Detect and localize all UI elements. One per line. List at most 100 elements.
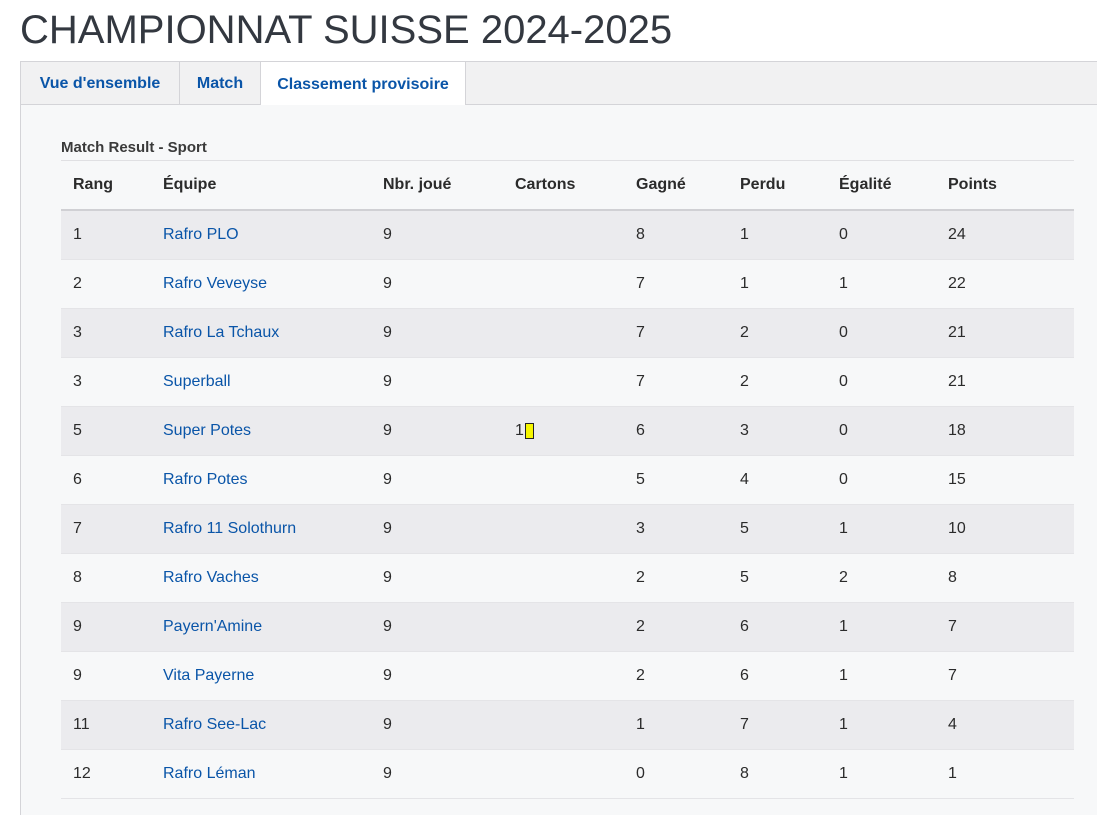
won-cell: 3: [624, 504, 728, 554]
team-link[interactable]: Rafro Potes: [163, 471, 247, 488]
tab-overview[interactable]: Vue d'ensemble: [20, 61, 179, 106]
won-cell: 0: [624, 749, 728, 799]
draw-cell: 1: [827, 749, 936, 799]
column-header-cards: Cartons: [503, 161, 624, 211]
card-count-value: 1: [515, 422, 524, 439]
points-cell: 10: [936, 504, 1074, 554]
points-cell: 4: [936, 700, 1074, 750]
column-header-lost: Perdu: [728, 161, 827, 211]
team-link[interactable]: Rafro Vaches: [163, 569, 259, 586]
played-cell: 9: [371, 357, 503, 407]
team-cell: Vita Payerne: [151, 651, 371, 701]
draw-cell: 0: [827, 210, 936, 260]
cards-cell: [503, 700, 624, 750]
played-cell: 9: [371, 504, 503, 554]
points-cell: 21: [936, 308, 1074, 358]
table-row: 1 Rafro PLO 9 8 1 0 24: [61, 210, 1074, 260]
draw-cell: 1: [827, 602, 936, 652]
cards-cell: [503, 504, 624, 554]
cards-cell: [503, 210, 624, 260]
page-title: CHAMPIONNAT SUISSE 2024-2025: [20, 8, 673, 52]
draw-cell: 0: [827, 308, 936, 358]
team-link[interactable]: Rafro La Tchaux: [163, 324, 279, 341]
lost-cell: 1: [728, 259, 827, 309]
rank-cell: 8: [61, 553, 151, 603]
draw-cell: 1: [827, 651, 936, 701]
cards-cell: [503, 259, 624, 309]
team-link[interactable]: Rafro PLO: [163, 226, 239, 243]
played-cell: 9: [371, 700, 503, 750]
column-header-rank: Rang: [61, 161, 151, 211]
table-row: 12 Rafro Léman 9 0 8 1 1: [61, 749, 1074, 799]
cards-cell: [503, 749, 624, 799]
team-link[interactable]: Vita Payerne: [163, 667, 254, 684]
won-cell: 7: [624, 259, 728, 309]
draw-cell: 0: [827, 357, 936, 407]
cards-cell: [503, 553, 624, 603]
points-cell: 24: [936, 210, 1074, 260]
table-row: 2 Rafro Veveyse 9 7 1 1 22: [61, 259, 1074, 309]
table-row: 9 Payern'Amine 9 2 6 1 7: [61, 602, 1074, 652]
points-cell: 7: [936, 651, 1074, 701]
table-row: 11 Rafro See-Lac 9 1 7 1 4: [61, 700, 1074, 750]
played-cell: 9: [371, 406, 503, 456]
draw-cell: 2: [827, 553, 936, 603]
table-row: 3 Rafro La Tchaux 9 7 2 0 21: [61, 308, 1074, 358]
lost-cell: 6: [728, 602, 827, 652]
lost-cell: 5: [728, 553, 827, 603]
points-cell: 15: [936, 455, 1074, 505]
table-row: 7 Rafro 11 Solothurn 9 3 5 1 10: [61, 504, 1074, 554]
lost-cell: 6: [728, 651, 827, 701]
played-cell: 9: [371, 259, 503, 309]
team-cell: Rafro Vaches: [151, 553, 371, 603]
played-cell: 9: [371, 602, 503, 652]
column-header-won: Gagné: [624, 161, 728, 211]
tab-match[interactable]: Match: [179, 61, 260, 106]
lost-cell: 1: [728, 210, 827, 260]
won-cell: 5: [624, 455, 728, 505]
played-cell: 9: [371, 749, 503, 799]
points-cell: 8: [936, 553, 1074, 603]
team-cell: Payern'Amine: [151, 602, 371, 652]
table-caption: Match Result - Sport: [61, 139, 207, 156]
team-cell: Rafro See-Lac: [151, 700, 371, 750]
team-link[interactable]: Payern'Amine: [163, 618, 262, 635]
rank-cell: 11: [61, 700, 151, 750]
lost-cell: 2: [728, 308, 827, 358]
tab-provisional-standings[interactable]: Classement provisoire: [260, 61, 466, 107]
table-body: 1 Rafro PLO 9 8 1 0 24 2 Rafro Veveyse 9 7 1 1 22 3 Raf…: [61, 210, 1074, 799]
rank-cell: 12: [61, 749, 151, 799]
rank-cell: 2: [61, 259, 151, 309]
points-cell: 21: [936, 357, 1074, 407]
rank-cell: 9: [61, 651, 151, 701]
lost-cell: 5: [728, 504, 827, 554]
team-cell: Rafro PLO: [151, 210, 371, 260]
won-cell: 2: [624, 602, 728, 652]
team-link[interactable]: Rafro Veveyse: [163, 275, 267, 292]
draw-cell: 1: [827, 259, 936, 309]
rank-cell: 3: [61, 308, 151, 358]
team-link[interactable]: Rafro Léman: [163, 765, 256, 782]
card-count: 1: [515, 422, 534, 440]
team-link[interactable]: Superball: [163, 373, 231, 390]
team-cell: Superball: [151, 357, 371, 407]
draw-cell: 0: [827, 455, 936, 505]
team-link[interactable]: Super Potes: [163, 422, 251, 439]
draw-cell: 0: [827, 406, 936, 456]
table-row: 6 Rafro Potes 9 5 4 0 15: [61, 455, 1074, 505]
played-cell: 9: [371, 651, 503, 701]
column-header-points: Points: [936, 161, 1074, 211]
cards-cell: [503, 357, 624, 407]
rank-cell: 5: [61, 406, 151, 456]
table-header-row: Rang Équipe Nbr. joué Cartons Gagné Perd…: [61, 161, 1074, 211]
table-row: 9 Vita Payerne 9 2 6 1 7: [61, 651, 1074, 701]
points-cell: 7: [936, 602, 1074, 652]
rank-cell: 6: [61, 455, 151, 505]
table-row: 3 Superball 9 7 2 0 21: [61, 357, 1074, 407]
won-cell: 1: [624, 700, 728, 750]
team-link[interactable]: Rafro 11 Solothurn: [163, 520, 296, 537]
team-link[interactable]: Rafro See-Lac: [163, 716, 266, 733]
tab-bar: Vue d'ensemble Match Classement provisoi…: [20, 61, 1097, 107]
played-cell: 9: [371, 308, 503, 358]
cards-cell: [503, 455, 624, 505]
